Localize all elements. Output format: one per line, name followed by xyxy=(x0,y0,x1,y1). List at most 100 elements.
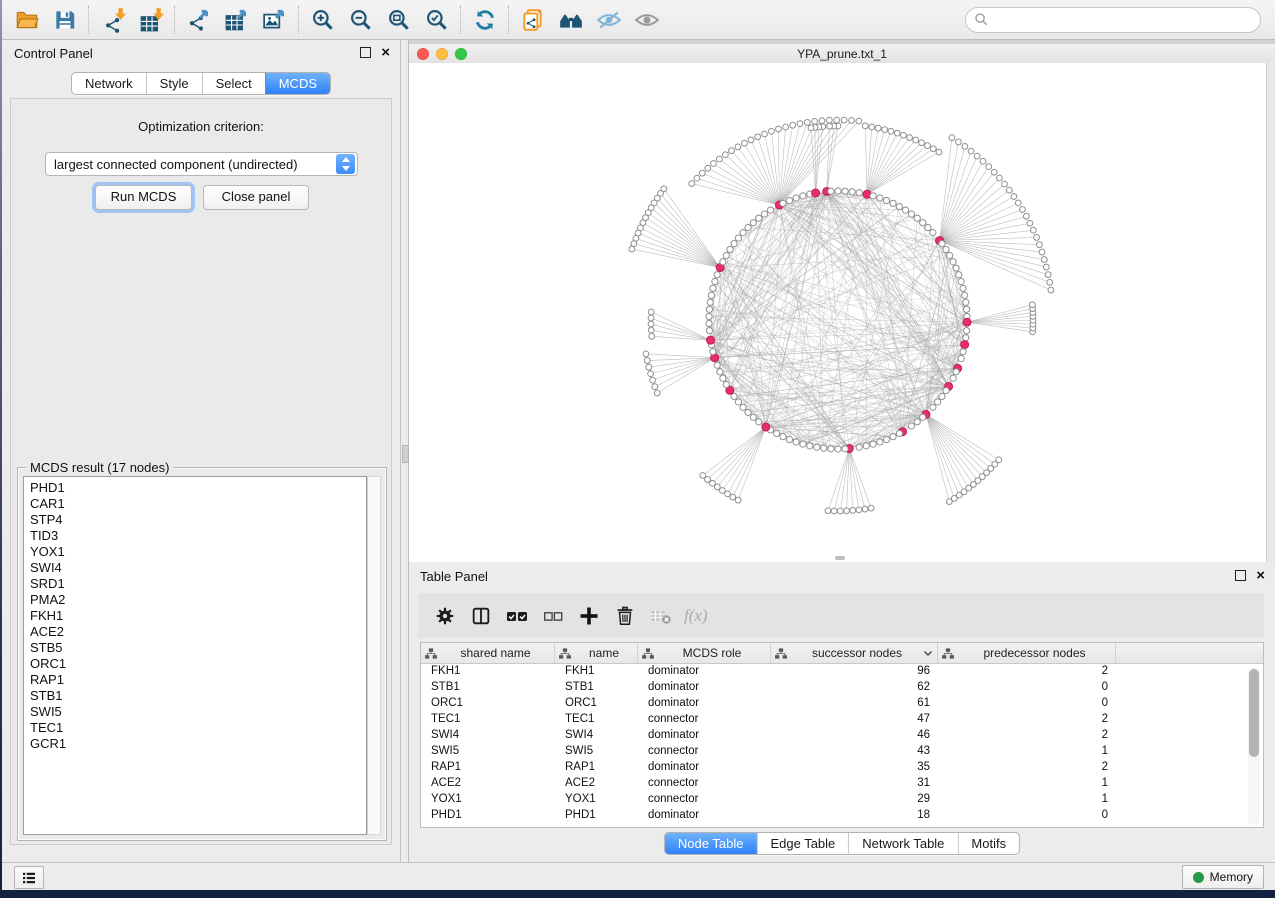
import-network-button[interactable] xyxy=(94,3,132,37)
zoom-out-button[interactable] xyxy=(342,3,380,37)
graph-leaf-node[interactable] xyxy=(769,129,775,135)
graph-leaf-node[interactable] xyxy=(913,137,919,143)
graph-node[interactable] xyxy=(870,441,876,447)
graph-node[interactable] xyxy=(890,200,896,206)
graph-node[interactable] xyxy=(745,409,751,415)
graph-node[interactable] xyxy=(735,235,741,241)
graph-node[interactable] xyxy=(710,285,716,291)
graph-node[interactable] xyxy=(956,272,962,278)
delete-column-button[interactable] xyxy=(608,599,642,633)
table-scrollbar-thumb[interactable] xyxy=(1249,669,1259,757)
graph-node[interactable] xyxy=(710,349,716,355)
graph-node[interactable] xyxy=(943,387,949,393)
open-file-button[interactable] xyxy=(8,3,46,37)
graph-leaf-node[interactable] xyxy=(1011,194,1017,200)
graph-leaf-node[interactable] xyxy=(1020,207,1026,213)
graph-node[interactable] xyxy=(930,404,936,410)
graph-node[interactable] xyxy=(786,197,792,203)
graph-leaf-node[interactable] xyxy=(1043,264,1049,270)
graph-leaf-node[interactable] xyxy=(996,457,1002,463)
graph-leaf-node[interactable] xyxy=(735,497,741,503)
tab-node-table[interactable]: Node Table xyxy=(665,833,757,854)
memory-button[interactable]: Memory xyxy=(1182,865,1264,889)
graph-leaf-node[interactable] xyxy=(919,140,925,146)
graph-node[interactable] xyxy=(800,441,806,447)
splitter-grip[interactable] xyxy=(402,445,409,463)
column-header-predecessor-nodes[interactable]: predecessor nodes xyxy=(938,643,1116,663)
graph-node[interactable] xyxy=(720,259,726,265)
show-column-panel-button[interactable] xyxy=(464,599,498,633)
graph-leaf-node[interactable] xyxy=(1045,272,1051,278)
graph-leaf-node[interactable] xyxy=(797,121,803,127)
table-row[interactable]: YOX1YOX1connector291 xyxy=(421,792,1263,808)
graph-node[interactable] xyxy=(745,224,751,230)
task-history-button[interactable] xyxy=(14,866,44,889)
graph-node[interactable] xyxy=(896,203,902,209)
graph-leaf-node[interactable] xyxy=(776,126,782,132)
graph-node[interactable] xyxy=(920,220,926,226)
graph-node[interactable] xyxy=(717,369,723,375)
graph-node[interactable] xyxy=(780,200,786,206)
table-scrollbar[interactable] xyxy=(1248,667,1260,825)
graph-leaf-node[interactable] xyxy=(837,508,843,514)
graph-leaf-node[interactable] xyxy=(812,118,818,124)
graph-node[interactable] xyxy=(740,230,746,236)
mcds-result-item[interactable]: PMA2 xyxy=(30,592,366,608)
graph-leaf-node[interactable] xyxy=(648,309,654,315)
graph-leaf-node[interactable] xyxy=(962,144,968,150)
column-header-shared-name[interactable]: shared name xyxy=(421,643,555,663)
column-header-MCDS-role[interactable]: MCDS role xyxy=(638,643,771,663)
mcds-result-item[interactable]: ORC1 xyxy=(30,656,366,672)
graph-leaf-node[interactable] xyxy=(711,161,717,167)
graph-node[interactable] xyxy=(953,265,959,271)
graph-node[interactable] xyxy=(706,313,712,319)
column-header-name[interactable]: name xyxy=(555,643,638,663)
graph-leaf-node[interactable] xyxy=(901,132,907,138)
graph-node[interactable] xyxy=(930,230,936,236)
mcds-result-item[interactable]: SWI5 xyxy=(30,704,366,720)
graph-node[interactable] xyxy=(856,190,862,196)
graph-leaf-node[interactable] xyxy=(705,165,711,171)
table-row[interactable]: RAP1RAP1dominator352 xyxy=(421,760,1263,776)
close-table-panel-icon[interactable]: × xyxy=(1256,571,1265,580)
mcds-result-item[interactable]: ACE2 xyxy=(30,624,366,640)
graph-leaf-node[interactable] xyxy=(643,351,649,357)
graph-leaf-node[interactable] xyxy=(930,146,936,152)
graph-node[interactable] xyxy=(950,259,956,265)
zoom-selected-button[interactable] xyxy=(418,3,456,37)
table-row[interactable]: FKH1FKH1dominator962 xyxy=(421,664,1263,680)
graph-leaf-node[interactable] xyxy=(819,118,825,124)
graph-node[interactable] xyxy=(714,362,720,368)
graph-leaf-node[interactable] xyxy=(629,246,635,252)
mcds-result-item[interactable]: YOX1 xyxy=(30,544,366,560)
graph-leaf-node[interactable] xyxy=(755,134,761,140)
mcds-result-item[interactable]: STB1 xyxy=(30,688,366,704)
graph-leaf-node[interactable] xyxy=(648,321,654,327)
graph-node[interactable] xyxy=(720,375,726,381)
graph-dominator-node[interactable] xyxy=(762,423,770,431)
graph-leaf-node[interactable] xyxy=(1036,242,1042,248)
graph-dominator-node[interactable] xyxy=(707,336,715,344)
table-row[interactable]: ORC1ORC1dominator610 xyxy=(421,696,1263,712)
close-panel-icon[interactable]: × xyxy=(381,48,390,57)
export-image-button[interactable] xyxy=(256,3,294,37)
binoculars-button[interactable] xyxy=(552,3,590,37)
graph-node[interactable] xyxy=(821,445,827,451)
graph-node[interactable] xyxy=(756,215,762,221)
graph-leaf-node[interactable] xyxy=(826,117,832,123)
graph-node[interactable] xyxy=(714,272,720,278)
graph-leaf-node[interactable] xyxy=(790,122,796,128)
graph-leaf-node[interactable] xyxy=(644,358,650,364)
graph-node[interactable] xyxy=(756,419,762,425)
refresh-button[interactable] xyxy=(466,3,504,37)
graph-leaf-node[interactable] xyxy=(648,315,654,321)
zoom-in-button[interactable] xyxy=(304,3,342,37)
graph-node[interactable] xyxy=(958,278,964,284)
save-session-button[interactable] xyxy=(46,3,84,37)
graph-leaf-node[interactable] xyxy=(646,364,652,370)
graph-leaf-node[interactable] xyxy=(694,175,700,181)
graph-node[interactable] xyxy=(828,188,834,194)
graph-node[interactable] xyxy=(835,446,841,452)
graph-leaf-node[interactable] xyxy=(1041,257,1047,263)
graph-leaf-node[interactable] xyxy=(648,371,654,377)
